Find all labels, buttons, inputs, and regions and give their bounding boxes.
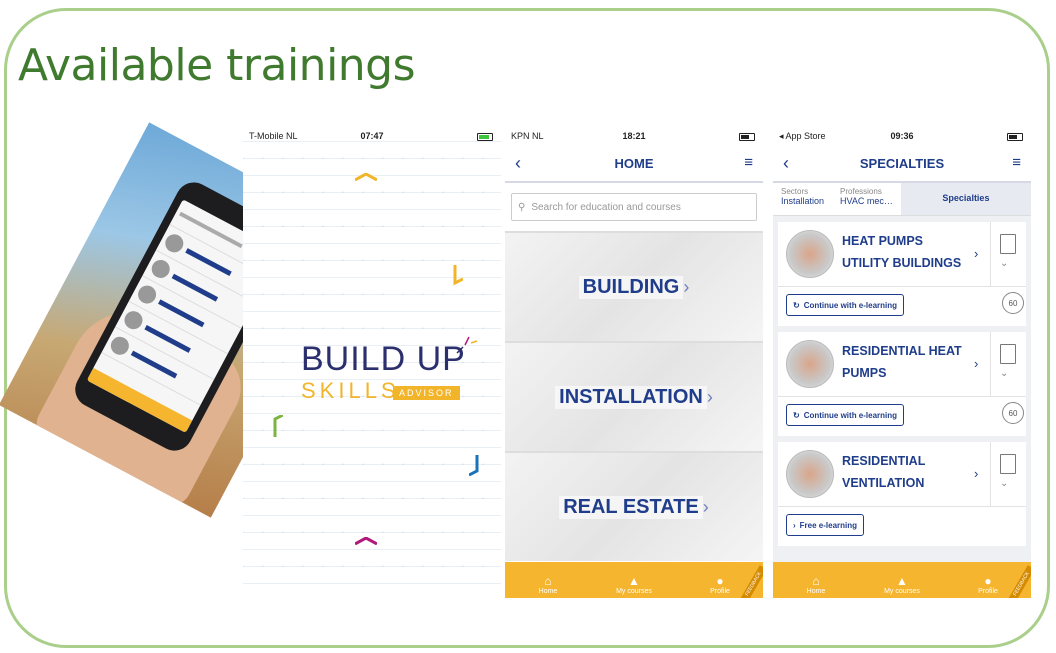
hours-badge: 60 bbox=[1002, 402, 1024, 424]
specialty-thumbnail bbox=[786, 340, 834, 388]
tab-my-courses[interactable]: ▲ My courses bbox=[599, 574, 669, 595]
home-icon: ⌂ bbox=[544, 574, 552, 588]
tab-bar: ⌂ Home ▲ My courses ● Profile bbox=[773, 562, 1031, 598]
chevron-right-icon: › bbox=[974, 466, 979, 481]
category-label: INSTALLATION bbox=[555, 385, 707, 409]
tab-label: My courses bbox=[616, 588, 652, 595]
search-placeholder: Search for education and courses bbox=[531, 201, 681, 213]
battery-icon bbox=[1007, 133, 1023, 141]
document-icon[interactable] bbox=[1000, 234, 1016, 254]
status-time: 18:21 bbox=[622, 131, 646, 141]
search-input[interactable]: ⚲ Search for education and courses bbox=[511, 193, 757, 221]
chevron-right-icon: › bbox=[974, 356, 979, 371]
person-icon: ● bbox=[716, 574, 724, 588]
chevron-right-icon: › bbox=[706, 386, 713, 407]
home-icon: ⌂ bbox=[812, 574, 820, 588]
tab-label: Profile bbox=[978, 588, 998, 595]
hamburger-menu-icon[interactable]: ≡ bbox=[744, 154, 753, 171]
graduation-cap-icon: ▲ bbox=[896, 574, 908, 588]
status-bar: KPN NL 18:21 bbox=[505, 125, 763, 147]
chevron-right-icon: › bbox=[683, 276, 690, 297]
tab-home[interactable]: ⌂ Home bbox=[781, 574, 851, 595]
carrier-label: KPN NL bbox=[511, 131, 544, 141]
nav-bar: ‹ SPECIALTIES ≡ bbox=[773, 147, 1031, 183]
page-title: HOME bbox=[614, 156, 654, 171]
logo-arrows-icon bbox=[456, 336, 478, 354]
person-icon: ● bbox=[984, 574, 992, 588]
specialty-thumbnail bbox=[786, 450, 834, 498]
status-bar: ◂ App Store 09:36 bbox=[773, 125, 1031, 147]
tab-label: Profile bbox=[710, 588, 730, 595]
category-label: BUILDING bbox=[578, 275, 684, 299]
carrier-label: ◂ App Store bbox=[779, 131, 826, 141]
breadcrumb: Sectors Installation Professions HVAC mec…… bbox=[773, 183, 1031, 216]
continue-elearning-button[interactable]: ↻ Continue with e-learning bbox=[786, 294, 905, 316]
button-label: Free e-learning bbox=[799, 520, 858, 530]
chevron-down-icon[interactable]: ⌄ bbox=[1000, 368, 1008, 379]
slide-title: Available trainings bbox=[18, 40, 416, 91]
logo-mark-blue bbox=[469, 455, 479, 477]
specialty-title: RESIDENTIAL HEAT PUMPS bbox=[842, 344, 962, 380]
tab-my-courses[interactable]: ▲ My courses bbox=[867, 574, 937, 595]
chevron-right-icon: › bbox=[793, 520, 796, 530]
search-icon: ⚲ bbox=[518, 201, 526, 213]
status-time: 09:36 bbox=[890, 131, 914, 141]
hours-badge: 60 bbox=[1002, 292, 1024, 314]
logo-mark-green bbox=[273, 415, 283, 437]
specialty-title: RESIDENTIAL VENTILATION bbox=[842, 454, 926, 490]
chevron-right-icon: › bbox=[974, 246, 979, 261]
specialty-thumbnail bbox=[786, 230, 834, 278]
chevron-down-icon[interactable]: ⌄ bbox=[1000, 258, 1008, 269]
document-icon[interactable] bbox=[1000, 344, 1016, 364]
button-label: Continue with e-learning bbox=[803, 300, 898, 310]
hamburger-menu-icon[interactable]: ≡ bbox=[1012, 154, 1021, 171]
breadcrumb-professions[interactable]: Professions HVAC mec… bbox=[832, 183, 901, 215]
logo-skills: SKILLS bbox=[301, 378, 400, 403]
splash-screen: T-Mobile NL 07:47 BUILD UP SKILLS ADVISO… bbox=[243, 125, 501, 598]
status-time: 07:47 bbox=[360, 131, 384, 141]
breadcrumb-caption: Sectors bbox=[781, 187, 809, 196]
breadcrumb-caption: Professions bbox=[840, 187, 882, 196]
breadcrumb-sectors[interactable]: Sectors Installation bbox=[773, 183, 832, 215]
nav-bar: ‹ HOME ≡ bbox=[505, 147, 763, 183]
refresh-icon: ↻ bbox=[793, 300, 800, 310]
free-elearning-button[interactable]: › Free e-learning bbox=[786, 514, 865, 536]
breadcrumb-value: Installation bbox=[781, 196, 825, 206]
specialty-card[interactable]: RESIDENTIAL HEAT PUMPS › ⌄ ↻ Continue wit… bbox=[778, 332, 1026, 436]
document-icon[interactable] bbox=[1000, 454, 1016, 474]
tab-label: Home bbox=[538, 588, 558, 595]
logo-mark-yellow bbox=[355, 173, 377, 181]
carrier-label: T-Mobile NL bbox=[249, 131, 298, 141]
battery-icon bbox=[477, 133, 493, 141]
refresh-icon: ↻ bbox=[793, 410, 800, 420]
category-real-estate[interactable]: REAL ESTATE › bbox=[505, 451, 763, 561]
tab-home[interactable]: ⌂ Home bbox=[513, 574, 583, 595]
specialty-title: HEAT PUMPS UTILITY BUILDINGS bbox=[842, 234, 962, 270]
tab-bar: ⌂ Home ▲ My courses ● Profile bbox=[505, 562, 763, 598]
category-installation[interactable]: INSTALLATION › bbox=[505, 341, 763, 451]
home-screen: KPN NL 18:21 ‹ HOME ≡ ⚲ Search for educa… bbox=[505, 125, 763, 598]
button-label: Continue with e-learning bbox=[803, 410, 898, 420]
breadcrumb-value: HVAC mec… bbox=[840, 196, 893, 206]
logo-advisor-badge: ADVISOR bbox=[393, 386, 460, 400]
chevron-right-icon: › bbox=[702, 496, 709, 517]
tab-label: Home bbox=[806, 588, 826, 595]
status-bar: T-Mobile NL 07:47 bbox=[243, 125, 501, 147]
logo-mark-magenta bbox=[355, 537, 377, 545]
specialties-screen: ◂ App Store 09:36 ‹ SPECIALTIES ≡ Sector… bbox=[773, 125, 1031, 598]
logo-mark-orange bbox=[453, 265, 463, 286]
continue-elearning-button[interactable]: ↻ Continue with e-learning bbox=[786, 404, 905, 426]
specialty-card[interactable]: HEAT PUMPS UTILITY BUILDINGS › ⌄ ↻ Contin… bbox=[778, 222, 1026, 326]
chevron-down-icon[interactable]: ⌄ bbox=[1000, 478, 1008, 489]
logo-build-up: BUILD UP bbox=[301, 340, 466, 378]
page-title: SPECIALTIES bbox=[859, 156, 945, 171]
category-building[interactable]: BUILDING › bbox=[505, 231, 763, 341]
tab-label: My courses bbox=[884, 588, 920, 595]
graduation-cap-icon: ▲ bbox=[628, 574, 640, 588]
breadcrumb-specialties: Specialties bbox=[900, 183, 1031, 215]
specialty-card[interactable]: RESIDENTIAL VENTILATION › ⌄ › Free e-lear… bbox=[778, 442, 1026, 546]
category-label: REAL ESTATE bbox=[559, 495, 703, 519]
battery-icon bbox=[739, 133, 755, 141]
